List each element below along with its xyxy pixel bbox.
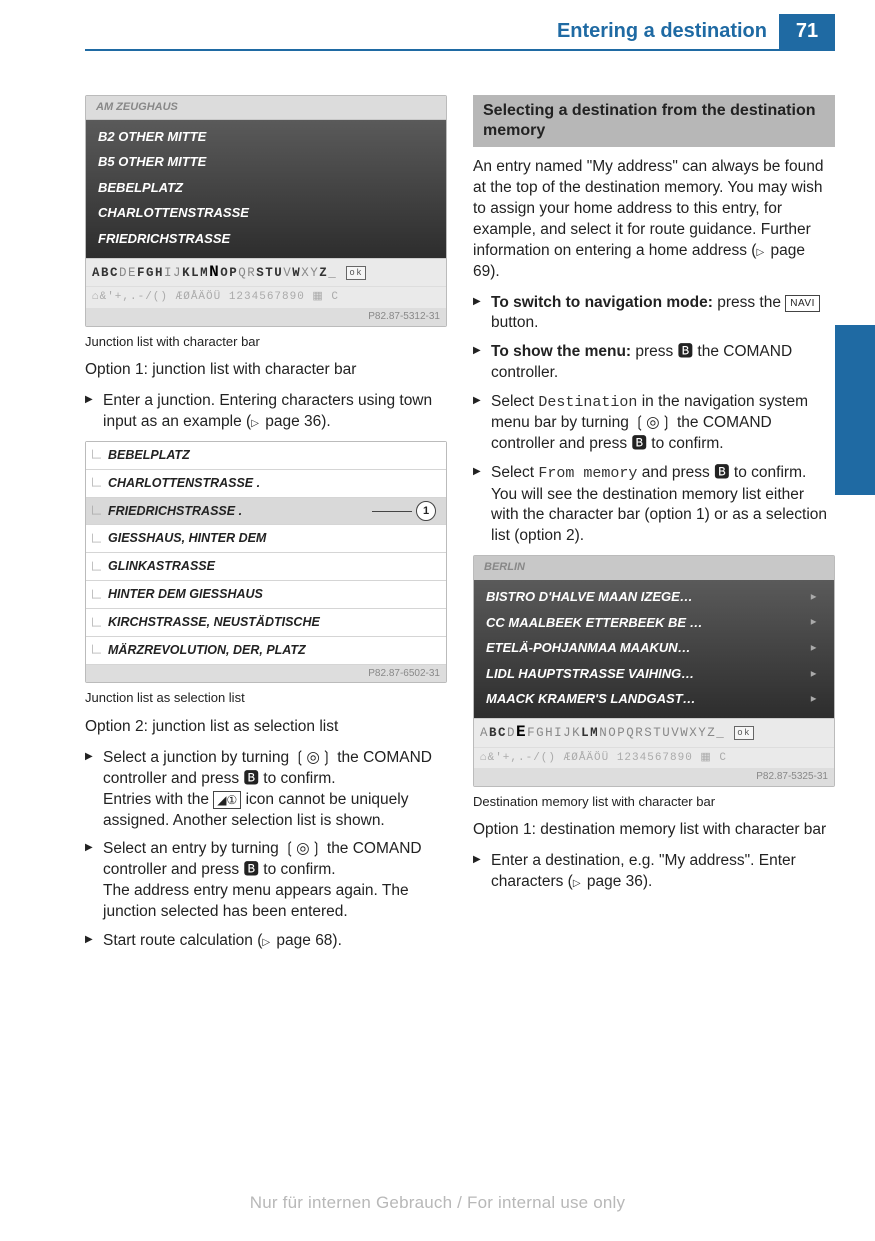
page-ref-icon xyxy=(251,413,261,430)
instruction-step: To switch to navigation mode: press the … xyxy=(473,293,835,335)
list-item: CHARLOTTENSTRASSE xyxy=(98,200,434,226)
list-item: B2 OTHER MITTE xyxy=(98,124,434,150)
list-item: HINTER DEM GIESSHAUS xyxy=(86,581,446,609)
figure-caption: Junction list with character bar xyxy=(85,333,447,351)
menu-item-mono: Destination xyxy=(538,394,637,411)
list-item: B5 OTHER MITTE xyxy=(98,149,434,175)
character-bar-row2: ⌂&'+,.-/() ÆØÅÄÖÜ 1234567890 ▦ C xyxy=(86,286,446,308)
page-ref-icon xyxy=(756,242,766,259)
navi-button-icon: NAVI xyxy=(785,295,820,313)
list-item-selected: FRIEDRICHSTRASSE . 1 xyxy=(86,498,446,526)
list-item: CC MAALBEEK ETTERBEEK BE …▸ xyxy=(486,610,822,636)
ok-box: ok xyxy=(346,266,366,280)
character-bar-row2: ⌂&'+,.-/() ÆØÅÄÖÜ 1234567890 ▦ C xyxy=(474,747,834,769)
screenshot-destmem-charbar: BERLIN BISTRO D'HALVE MAAN IZEGE…▸ CC MA… xyxy=(473,555,835,787)
list-item: BEBELPLATZ xyxy=(86,442,446,470)
screenshot1-topbar: AM ZEUGHAUS xyxy=(86,96,446,120)
instruction-step: Select Destination in the navigation sys… xyxy=(473,392,835,455)
image-reference: P82.87-5325-31 xyxy=(474,768,834,786)
image-reference: P82.87-6502-31 xyxy=(86,665,446,683)
callout-marker: 1 xyxy=(372,501,436,521)
instruction-step: Select an entry by turning ❲◎❳ the COMAN… xyxy=(85,839,447,923)
option-label: Option 2: junction list as selection lis… xyxy=(85,717,447,738)
menu-item-mono: From memory xyxy=(538,465,637,482)
left-column: AM ZEUGHAUS B2 OTHER MITTE B5 OTHER MITT… xyxy=(85,95,447,960)
section-heading: Selecting a destination from the destina… xyxy=(473,95,835,147)
instruction-step: Enter a junction. Entering characters us… xyxy=(85,391,447,433)
list-item: FRIEDRICHSTRASSE xyxy=(98,226,434,252)
page-ref-icon xyxy=(262,932,272,949)
list-item: GIESSHAUS, HINTER DEM xyxy=(86,525,446,553)
page-ref-icon xyxy=(573,873,583,890)
figure-caption: Destination memory list with character b… xyxy=(473,793,835,811)
list-item: CHARLOTTENSTRASSE . xyxy=(86,470,446,498)
list-item: GLINKASTRASSE xyxy=(86,553,446,581)
screenshot-junction-selection: BEBELPLATZ CHARLOTTENSTRASSE . FRIEDRICH… xyxy=(85,441,447,684)
instruction-step: Enter a destination, e.g. "My address". … xyxy=(473,851,835,893)
intro-paragraph: An entry named "My address" can always b… xyxy=(473,157,835,283)
page-header-title: Entering a destination xyxy=(85,14,779,51)
section-tab-bg xyxy=(835,325,875,495)
ok-box: ok xyxy=(734,726,754,740)
press-glyph: 🅱 xyxy=(678,343,694,360)
footer-watermark: Nur für internen Gebrauch / For internal… xyxy=(0,1193,875,1213)
turn-glyph: ❲◎❳ xyxy=(293,749,333,766)
press-glyph: 🅱 xyxy=(243,770,259,787)
list-item: LIDL HAUPTSTRASSE VAIHING…▸ xyxy=(486,661,822,687)
character-bar-row1: ABCDEFGHIJKLMNOPQRSTUVWXYZ_ ok xyxy=(86,258,446,287)
list-item: ETELÄ-POHJANMAA MAAKUN…▸ xyxy=(486,635,822,661)
list-item: BEBELPLATZ xyxy=(98,175,434,201)
list-item: BISTRO D'HALVE MAAN IZEGE…▸ xyxy=(486,584,822,610)
character-bar-row1: ABCDEFGHIJKLMNOPQRSTUVWXYZ_ ok xyxy=(474,718,834,747)
list-item: MAACK KRAMER'S LANDGAST…▸ xyxy=(486,686,822,712)
page-number: 71 xyxy=(779,14,835,51)
image-reference: P82.87-5312-31 xyxy=(86,308,446,326)
turn-glyph: ❲◎❳ xyxy=(633,414,673,431)
press-glyph: 🅱 xyxy=(243,861,259,878)
screenshot-junction-charbar: AM ZEUGHAUS B2 OTHER MITTE B5 OTHER MITT… xyxy=(85,95,447,327)
press-glyph: 🅱 xyxy=(714,464,730,481)
list-item: KIRCHSTRASSE, NEUSTÄDTISCHE xyxy=(86,609,446,637)
press-glyph: 🅱 xyxy=(631,435,647,452)
instruction-step: Select From memory and press 🅱 to confir… xyxy=(473,463,835,547)
instruction-step: Select a junction by turning ❲◎❳ the COM… xyxy=(85,748,447,832)
right-column: Selecting a destination from the destina… xyxy=(473,95,835,960)
instruction-step: Start route calculation ( page 68). xyxy=(85,931,447,952)
figure-caption: Junction list as selection list xyxy=(85,689,447,707)
info-icon-box: ◢① xyxy=(213,791,241,809)
instruction-step: To show the menu: press 🅱 the COMAND con… xyxy=(473,342,835,384)
screenshot3-topbar: BERLIN xyxy=(474,556,834,580)
option-label: Option 1: junction list with character b… xyxy=(85,360,447,381)
list-item: MÄRZREVOLUTION, DER, PLATZ xyxy=(86,637,446,665)
option-label: Option 1: destination memory list with c… xyxy=(473,820,835,841)
turn-glyph: ❲◎❳ xyxy=(283,840,323,857)
